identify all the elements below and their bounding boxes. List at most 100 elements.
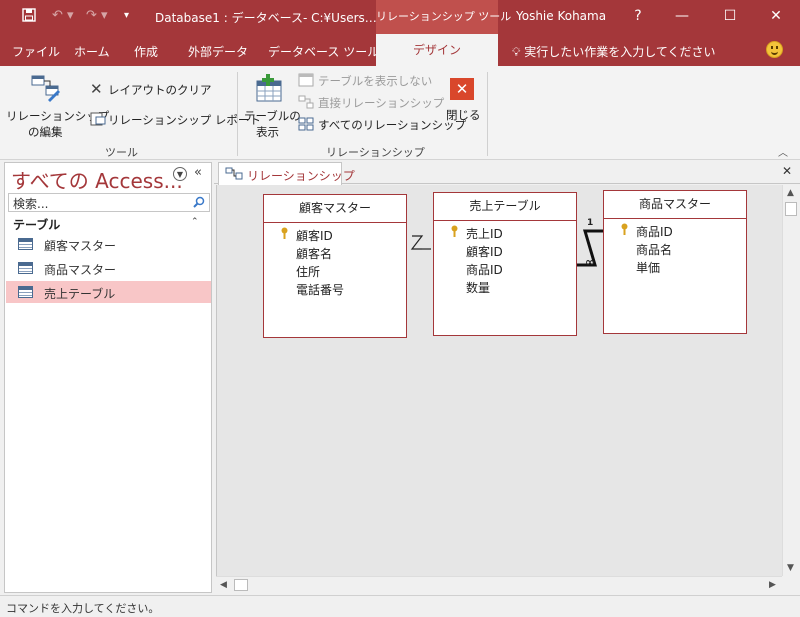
tab-create[interactable]: 作成 bbox=[134, 43, 158, 60]
group-label-tools: ツール bbox=[105, 146, 138, 159]
scroll-right-arrow-icon[interactable]: ▶ bbox=[769, 580, 776, 590]
nav-item-label: 顧客マスター bbox=[44, 239, 117, 253]
field-item[interactable]: 数量 bbox=[466, 279, 490, 296]
direct-relationships-label: 直接リレーションシップ bbox=[318, 96, 445, 110]
relationship-line-customer[interactable] bbox=[407, 229, 433, 259]
tab-database-tools[interactable]: データベース ツール bbox=[268, 43, 379, 60]
all-relationships-icon bbox=[298, 117, 314, 131]
nav-item-product-master[interactable]: 商品マスター bbox=[6, 257, 211, 279]
field-item[interactable]: 商品ID bbox=[466, 261, 503, 278]
help-button[interactable]: ? bbox=[618, 0, 658, 34]
close-relationships-button[interactable]: ✕ 閉じる bbox=[444, 74, 481, 134]
vertical-scroll-thumb[interactable] bbox=[785, 202, 797, 216]
edit-relationships-icon bbox=[31, 75, 60, 102]
relationships-canvas[interactable]: 顧客マスター 顧客ID 顧客名 住所 電話番号 売上テーブル 売上ID 顧客ID… bbox=[216, 185, 782, 576]
relationship-report-button[interactable]: リレーションシップ レポート bbox=[90, 110, 261, 128]
field-item[interactable]: 顧客名 bbox=[296, 245, 332, 262]
edit-relationships-button[interactable]: リレーションシップ の編集 bbox=[4, 68, 109, 140]
restore-button[interactable]: ☐ bbox=[710, 0, 750, 34]
tab-relationships[interactable]: リレーションシップ bbox=[218, 162, 355, 185]
collapse-ribbon-icon[interactable]: ︿ bbox=[778, 144, 788, 159]
nav-search-placeholder: 検索... bbox=[13, 197, 49, 211]
field-item[interactable]: 顧客ID bbox=[296, 227, 333, 244]
tab-file[interactable]: ファイル bbox=[12, 43, 60, 60]
nav-section-tables[interactable]: テーブル bbox=[13, 216, 60, 233]
all-relationships-button[interactable]: すべてのリレーションシップ bbox=[298, 116, 466, 134]
nav-item-sales-table[interactable]: 売上テーブル bbox=[6, 281, 211, 303]
user-name[interactable]: Yoshie Kohama bbox=[516, 9, 606, 23]
primary-key-icon bbox=[281, 227, 288, 239]
table-box-title[interactable]: 顧客マスター bbox=[264, 195, 406, 223]
table-box-sales-table[interactable]: 売上テーブル 売上ID 顧客ID 商品ID 数量 bbox=[433, 192, 577, 336]
field-item[interactable]: 電話番号 bbox=[296, 281, 344, 298]
direct-relationships-icon bbox=[298, 95, 314, 109]
close-red-x-icon: ✕ bbox=[450, 78, 474, 100]
hide-table-icon bbox=[298, 73, 314, 87]
document-tab-bar: リレーションシップ ✕ bbox=[214, 160, 800, 185]
save-icon[interactable] bbox=[22, 8, 36, 26]
table-box-title[interactable]: 商品マスター bbox=[604, 191, 746, 219]
undo-icon[interactable]: ↶ ▾ bbox=[52, 8, 74, 23]
search-icon[interactable] bbox=[193, 196, 206, 209]
tab-external-data[interactable]: 外部データ bbox=[188, 43, 248, 60]
status-bar: コマンドを入力してください。 bbox=[0, 595, 800, 617]
table-box-product-master[interactable]: 商品マスター 商品ID 商品名 単価 bbox=[603, 190, 747, 334]
report-icon bbox=[90, 112, 106, 126]
hide-table-label: テーブルを表示しない bbox=[318, 74, 433, 88]
tab-design[interactable]: デザイン bbox=[376, 34, 498, 66]
group-separator bbox=[237, 72, 238, 156]
quick-access-customize-icon[interactable]: ▾ bbox=[124, 10, 129, 21]
redo-icon[interactable]: ↷ ▾ bbox=[86, 8, 108, 23]
group-label-relationships: リレーションシップ bbox=[326, 146, 425, 159]
table-box-customer-master[interactable]: 顧客マスター 顧客ID 顧客名 住所 電話番号 bbox=[263, 194, 407, 338]
field-item[interactable]: 顧客ID bbox=[466, 243, 503, 260]
feedback-smiley-icon[interactable] bbox=[766, 41, 783, 58]
field-item[interactable]: 商品名 bbox=[636, 241, 672, 258]
relationship-many-mark: ∞ bbox=[585, 255, 595, 269]
show-table-button[interactable]: テーブルの 表示 bbox=[242, 68, 301, 140]
edit-relationships-label-2: の編集 bbox=[28, 125, 63, 139]
scroll-up-arrow-icon[interactable]: ▲ bbox=[787, 188, 794, 198]
minimize-button[interactable]: — bbox=[662, 0, 702, 34]
nav-item-label: 売上テーブル bbox=[44, 287, 116, 301]
close-label: 閉じる bbox=[446, 108, 481, 122]
primary-key-icon bbox=[621, 223, 628, 235]
horizontal-scrollbar[interactable]: ◀ ▶ bbox=[216, 576, 782, 593]
horizontal-scroll-thumb[interactable] bbox=[234, 579, 248, 591]
show-table-icon bbox=[256, 74, 282, 102]
section-collapse-icon[interactable]: ⌃ bbox=[191, 217, 199, 227]
vertical-scrollbar[interactable]: ▲ ▼ bbox=[782, 185, 799, 576]
show-table-label-2: 表示 bbox=[256, 125, 279, 139]
nav-collapse-icon[interactable]: « bbox=[194, 165, 202, 180]
nav-search-input[interactable]: 検索... bbox=[8, 193, 210, 212]
doc-tab-label: リレーションシップ bbox=[247, 169, 355, 183]
tell-me-search[interactable]: 💡︎ 実行したい作業を入力してください bbox=[512, 43, 716, 60]
table-box-title[interactable]: 売上テーブル bbox=[434, 193, 576, 221]
table-icon bbox=[18, 262, 33, 274]
field-item[interactable]: 単価 bbox=[636, 259, 660, 276]
direct-relationships-button[interactable]: 直接リレーションシップ bbox=[298, 94, 444, 112]
title-bar: ↶ ▾ ↷ ▾ ▾ Database1 : データベース- C:¥Users… … bbox=[0, 0, 800, 34]
show-table-label-1: テーブルの bbox=[244, 109, 301, 123]
nav-menu-dropdown-icon[interactable]: ▼ bbox=[173, 167, 187, 181]
relationships-tab-icon bbox=[225, 167, 243, 180]
scroll-left-arrow-icon[interactable]: ◀ bbox=[220, 580, 227, 590]
group-separator bbox=[487, 72, 488, 156]
table-icon bbox=[18, 286, 33, 298]
close-document-icon[interactable]: ✕ bbox=[782, 164, 792, 178]
clear-layout-button[interactable]: ✕ レイアウトのクリア bbox=[90, 80, 212, 98]
relationship-one-mark: 1 bbox=[587, 218, 594, 228]
table-icon bbox=[18, 238, 33, 250]
field-item[interactable]: 住所 bbox=[296, 263, 320, 280]
nav-pane-title[interactable]: すべての Access... bbox=[11, 165, 183, 194]
close-window-button[interactable]: ✕ bbox=[756, 0, 796, 34]
tab-home[interactable]: ホーム bbox=[74, 43, 110, 60]
nav-item-customer-master[interactable]: 顧客マスター bbox=[6, 233, 211, 255]
hide-table-button[interactable]: テーブルを表示しない bbox=[298, 72, 432, 90]
tell-me-label: 実行したい作業を入力してください bbox=[524, 45, 716, 59]
field-item[interactable]: 売上ID bbox=[466, 225, 503, 242]
ribbon: リレーションシップ の編集 ✕ レイアウトのクリア リレーションシップ レポート… bbox=[0, 66, 800, 160]
scroll-down-arrow-icon[interactable]: ▼ bbox=[787, 563, 794, 573]
lightbulb-icon: 💡︎ bbox=[512, 45, 521, 59]
field-item[interactable]: 商品ID bbox=[636, 223, 673, 240]
